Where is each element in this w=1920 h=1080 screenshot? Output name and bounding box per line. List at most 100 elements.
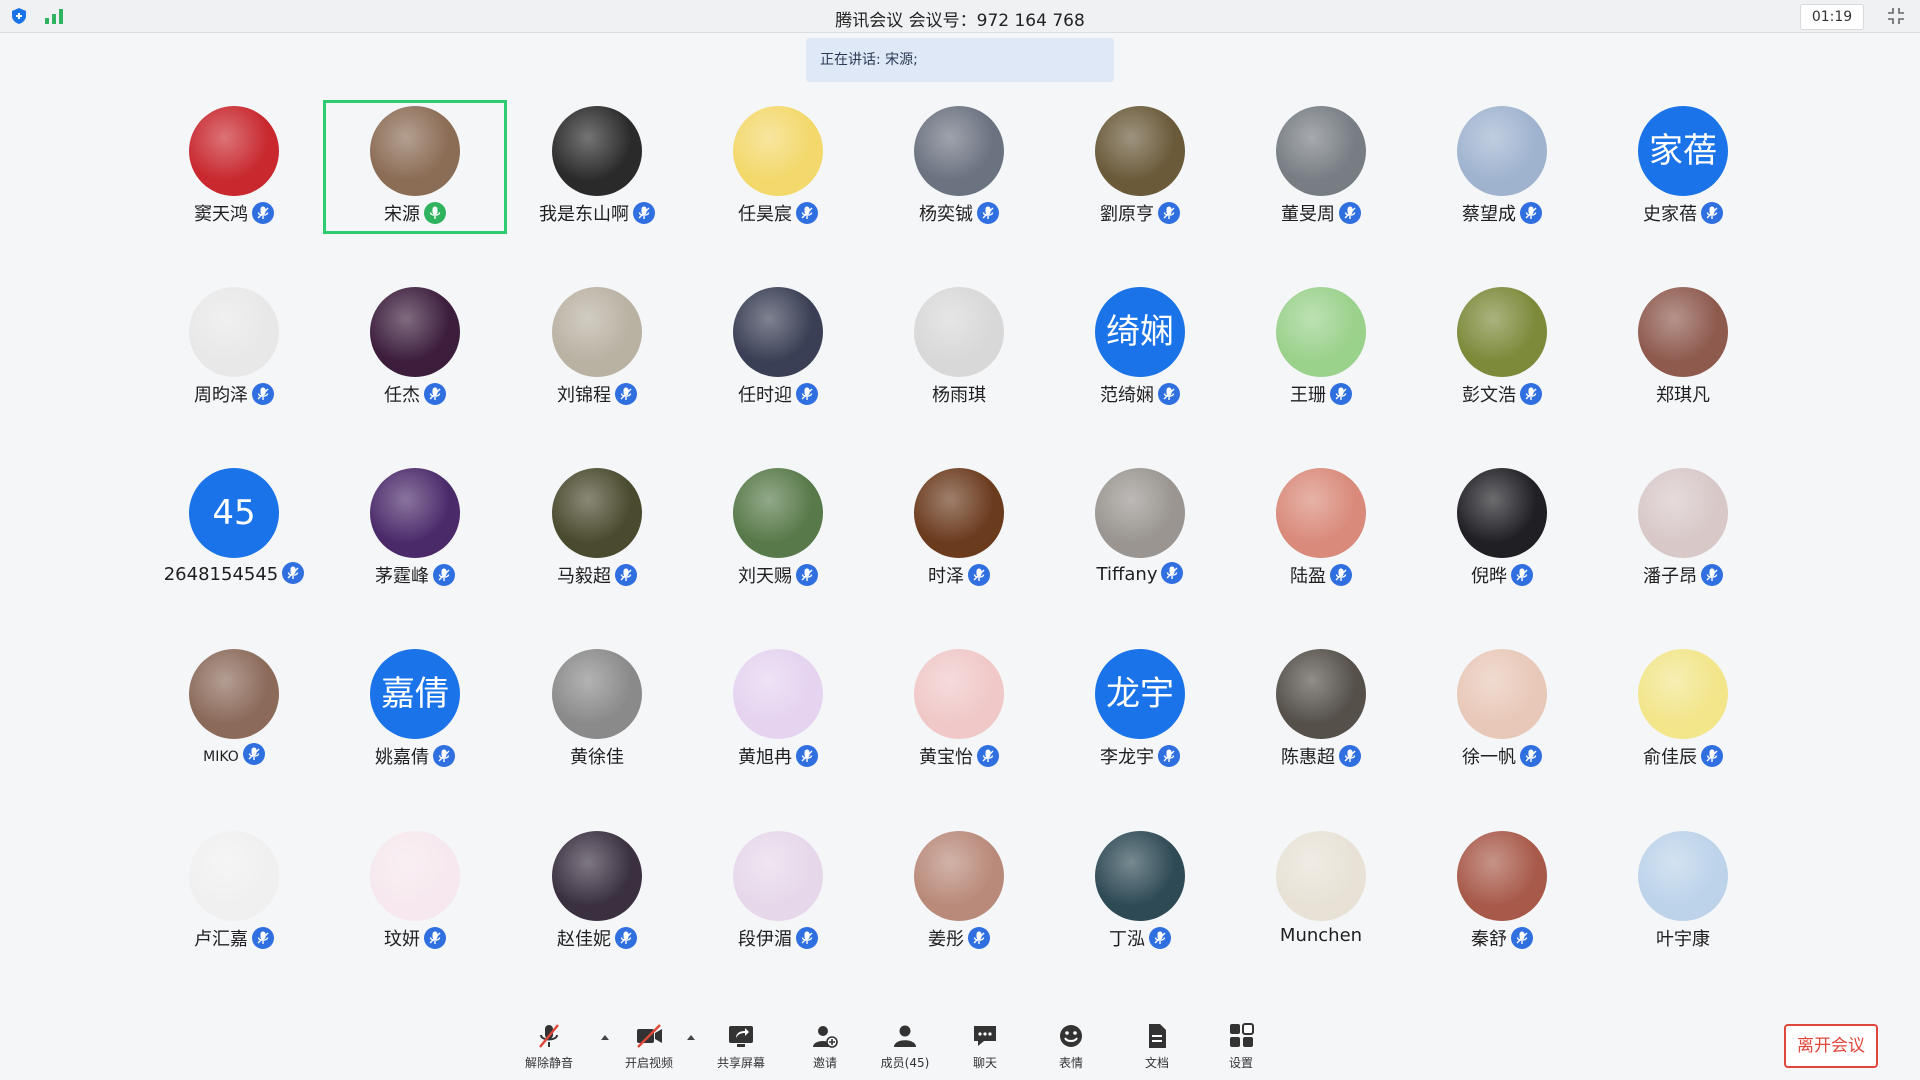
participant-name: 2648154545 [163,564,279,585]
participant-name-row: Tiffany [1048,562,1232,585]
docs-label: 文档 [1144,1056,1169,1070]
settings-button[interactable]: 设置 [1206,1022,1276,1071]
participant-name: 时泽 [928,566,964,587]
mic-muted-icon [252,202,274,224]
participant-tile[interactable]: 劉原亨 [1048,100,1232,234]
participant-tile[interactable]: 刘锦程 [505,281,689,415]
avatar [1095,831,1185,921]
participant-tile[interactable]: 陈惠超 [1229,643,1413,777]
participant-tile[interactable]: 蔡望成 [1410,100,1594,234]
avatar [1457,831,1547,921]
members-button[interactable]: 成员(45) [870,1022,940,1071]
participant-tile[interactable]: 时泽 [867,462,1051,596]
avatar [370,287,460,377]
avatar [1638,649,1728,739]
invite-button[interactable]: 邀请 [790,1022,860,1071]
participant-tile[interactable]: 任时迎 [686,281,870,415]
mic-muted-icon [1511,564,1533,586]
participant-tile[interactable]: 黄宝怡 [867,643,1051,777]
avatar [189,831,279,921]
participant-tile[interactable]: 丁泓 [1048,825,1232,959]
participant-tile[interactable]: 俞佳辰 [1591,643,1775,777]
participant-name: 郑琪凡 [1656,385,1710,406]
participant-name: 任时迎 [738,385,792,406]
participant-tile[interactable]: 彭文浩 [1410,281,1594,415]
participant-name-row: 卢汇嘉 [142,925,326,951]
docs-button[interactable]: 文档 [1122,1022,1192,1071]
unmute-button[interactable]: 解除静音 [514,1022,584,1071]
participant-tile[interactable]: 绮娴 范绮娴 [1048,281,1232,415]
avatar [552,106,642,196]
participant-tile[interactable]: 我是东山啊 [505,100,689,234]
participant-tile[interactable]: 杨雨琪 [867,281,1051,415]
share-screen-button[interactable]: 共享屏幕 [706,1022,776,1071]
participant-tile[interactable]: 任昊宸 [686,100,870,234]
participant-tile[interactable]: 茅霆峰 [323,462,507,596]
participant-name-row: 宋源 [326,200,504,226]
participant-tile[interactable]: 家蓓 史家蓓 [1591,100,1775,234]
participant-tile[interactable]: 王珊 [1229,281,1413,415]
participant-tile[interactable]: 陆盈 [1229,462,1413,596]
participant-name-row: 段伊湄 [686,925,870,951]
participant-tile[interactable]: 卢汇嘉 [142,825,326,959]
participant-tile[interactable]: 赵佳妮 [505,825,689,959]
participant-tile[interactable]: 宋源 [323,100,507,234]
mic-muted-icon [615,383,637,405]
participant-tile[interactable]: 秦舒 [1410,825,1594,959]
avatar [552,649,642,739]
participant-tile[interactable]: 杨奕铖 [867,100,1051,234]
participant-tile[interactable]: 黄徐佳 [505,643,689,777]
participant-tile[interactable]: 姜彤 [867,825,1051,959]
participant-name: 范绮娴 [1100,385,1154,406]
settings-label: 设置 [1228,1056,1253,1070]
participant-name-row: 黄宝怡 [867,743,1051,769]
participant-name: 姚嘉倩 [375,747,429,768]
participant-name-row: 范绮娴 [1048,381,1232,407]
participant-name-row: 董旻周 [1229,200,1413,226]
mic-muted-icon [252,383,274,405]
mic-muted-icon [615,564,637,586]
participant-tile[interactable]: 叶宇康 [1591,825,1775,959]
start-video-button[interactable]: 开启视频 [614,1022,684,1071]
mic-muted-icon [796,564,818,586]
mic-muted-icon [433,564,455,586]
avatar [914,831,1004,921]
participant-tile[interactable]: 马毅超 [505,462,689,596]
video-options-caret-icon[interactable] [686,1032,696,1042]
participant-tile[interactable]: Munchen [1229,825,1413,959]
participant-tile[interactable]: 刘天赐 [686,462,870,596]
chat-button[interactable]: 聊天 [950,1022,1020,1071]
participant-name: 任杰 [384,385,420,406]
audio-options-caret-icon[interactable] [600,1032,610,1042]
participant-tile[interactable]: Tiffany [1048,462,1232,596]
participant-tile[interactable]: 玟妍 [323,825,507,959]
participant-tile[interactable]: 任杰 [323,281,507,415]
participant-tile[interactable]: 段伊湄 [686,825,870,959]
mic-muted-icon [1511,927,1533,949]
emoji-button[interactable]: 表情 [1036,1022,1106,1071]
participant-tile[interactable]: 倪晔 [1410,462,1594,596]
mic-muted-icon [1330,564,1352,586]
participant-tile[interactable]: 郑琪凡 [1591,281,1775,415]
leave-meeting-button[interactable]: 离开会议 [1784,1024,1878,1068]
participant-name: MIKO [203,749,239,765]
participant-tile[interactable]: 潘子昂 [1591,462,1775,596]
emoji-icon [1060,1025,1082,1047]
participant-name-row: 王珊 [1229,381,1413,407]
participant-tile[interactable]: 黄旭冉 [686,643,870,777]
participant-tile[interactable]: 嘉倩 姚嘉倩 [323,643,507,777]
participant-tile[interactable]: 45 2648154545 [142,462,326,596]
emoji-label: 表情 [1058,1056,1083,1070]
participant-tile[interactable]: 徐一帆 [1410,643,1594,777]
members-label: 成员(45) [880,1056,930,1070]
mic-muted-icon [1520,745,1542,767]
participant-tile[interactable]: 窦天鸿 [142,100,326,234]
participant-tile[interactable]: MIKO [142,643,326,777]
mic-muted-icon [1520,383,1542,405]
participant-name: 杨雨琪 [932,385,986,406]
mic-muted-icon [796,383,818,405]
mic-muted-icon [796,202,818,224]
participant-tile[interactable]: 董旻周 [1229,100,1413,234]
participant-tile[interactable]: 周昀泽 [142,281,326,415]
participant-tile[interactable]: 龙宇 李龙宇 [1048,643,1232,777]
